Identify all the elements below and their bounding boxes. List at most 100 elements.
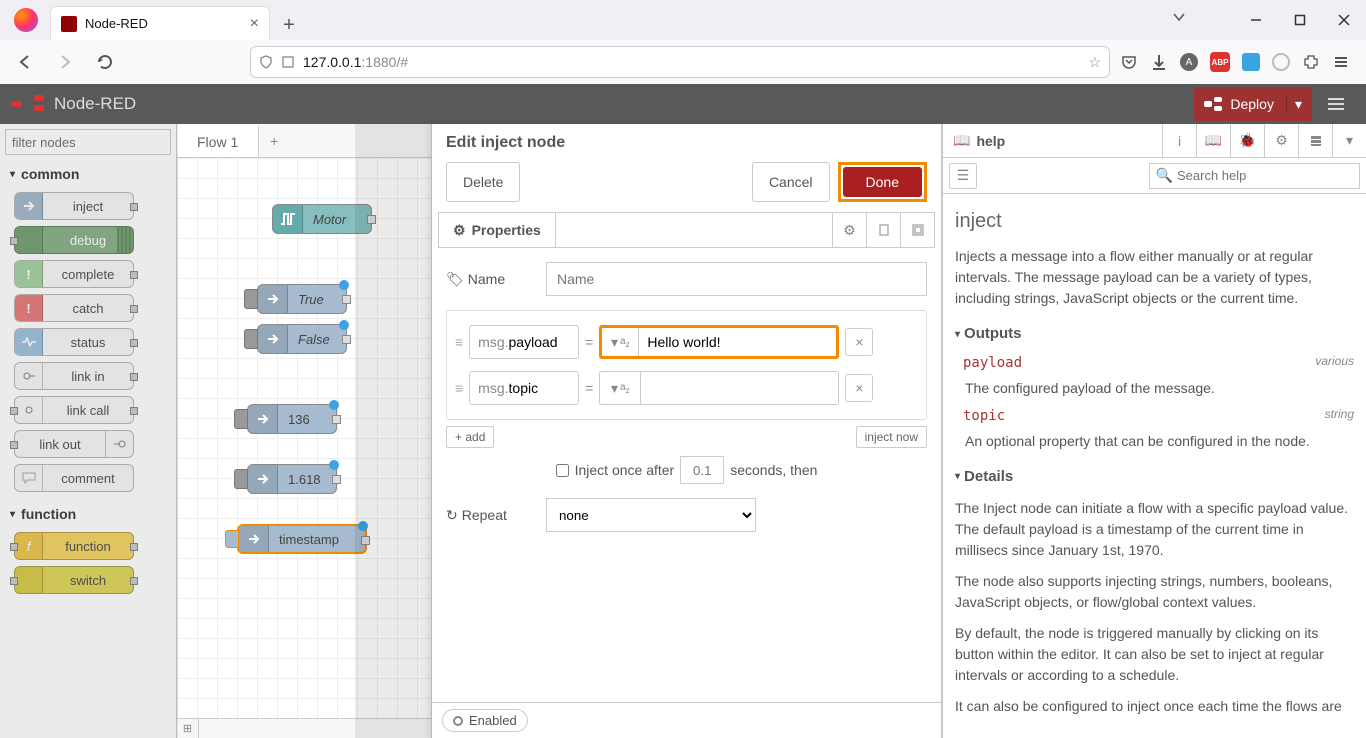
downloads-icon[interactable] [1150, 53, 1168, 71]
repeat-select[interactable]: none [546, 498, 756, 532]
link-in-icon [23, 370, 35, 382]
property-name-topic[interactable]: msg. [469, 371, 579, 405]
favicon-icon [61, 16, 77, 32]
palette-node-complete[interactable]: !complete [14, 260, 134, 288]
payload-value-input[interactable] [639, 328, 836, 356]
palette-filter-input[interactable] [5, 129, 171, 155]
enabled-toggle[interactable]: Enabled [442, 709, 528, 732]
sidebar-info-icon[interactable]: i [1162, 124, 1196, 157]
outputs-heading[interactable]: ▾Outputs [955, 323, 1354, 346]
window-maximize-button[interactable] [1278, 0, 1322, 40]
adblock-icon[interactable]: ABP [1210, 52, 1230, 72]
forward-button[interactable] [50, 47, 80, 77]
name-input[interactable] [546, 262, 927, 296]
palette-node-switch[interactable]: switch [14, 566, 134, 594]
back-button[interactable] [10, 47, 40, 77]
help-toc-button[interactable]: ☰ [949, 163, 977, 189]
reload-button[interactable] [90, 47, 120, 77]
palette-node-inject[interactable]: inject [14, 192, 134, 220]
tray-tab-doc-icon[interactable] [866, 213, 900, 247]
tabs-dropdown-icon[interactable] [1172, 10, 1186, 24]
inject-once-delay-input[interactable] [680, 456, 724, 484]
window-controls [1234, 0, 1366, 40]
property-row-payload: ≡ msg. = ▾ az × [447, 319, 926, 365]
type-selector-icon[interactable]: ▾ az [602, 328, 639, 356]
window-minimize-button[interactable] [1234, 0, 1278, 40]
sidebar-dropdown-icon[interactable]: ▾ [1332, 124, 1366, 157]
output-key-topic: topic [963, 408, 1005, 424]
flow-node-motor[interactable]: Motor [272, 204, 372, 234]
add-property-button[interactable]: + add [446, 426, 494, 448]
sidebar-help-icon[interactable]: 📖 [1196, 124, 1230, 157]
tray-tab-appearance-icon[interactable] [900, 213, 934, 247]
delete-row-button[interactable]: × [845, 328, 873, 356]
property-value-payload[interactable]: ▾ az [599, 325, 839, 359]
firefox-logo-icon [14, 8, 38, 32]
properties-tab[interactable]: ⚙Properties [439, 213, 556, 247]
app-title: Node-RED [54, 94, 136, 114]
palette-node-link-call[interactable]: link call [14, 396, 134, 424]
palette-node-function[interactable]: ffunction [14, 532, 134, 560]
window-close-button[interactable] [1322, 0, 1366, 40]
property-row-topic: ≡ msg. = ▾ az × [447, 365, 926, 411]
flow-node-false[interactable]: False [257, 324, 347, 354]
flow-node-true[interactable]: True [257, 284, 347, 314]
inject-now-button[interactable]: inject now [856, 426, 927, 448]
extensions-icon[interactable] [1302, 53, 1320, 71]
sidebar-debug-icon[interactable]: 🐞 [1230, 124, 1264, 157]
sidebar-tab-help[interactable]: 📖help [943, 124, 1162, 157]
palette-node-link-out[interactable]: link out [14, 430, 134, 458]
palette-category-function[interactable]: ▾function [0, 500, 176, 528]
palette-node-debug[interactable]: debug [14, 226, 134, 254]
deploy-button[interactable]: Deploy ▾ [1194, 87, 1312, 121]
app-menu-icon[interactable] [1332, 53, 1350, 71]
page-info-icon [281, 55, 295, 69]
flow-node-1618[interactable]: 1.618 [247, 464, 337, 494]
details-p4: It can also be configured to inject once… [955, 696, 1354, 717]
property-name-payload[interactable]: msg. [469, 325, 579, 359]
sidebar-config-icon[interactable]: ⚙ [1264, 124, 1298, 157]
cancel-button[interactable]: Cancel [752, 162, 830, 202]
topic-value-input[interactable] [641, 372, 838, 404]
account-icon[interactable]: A [1180, 53, 1198, 71]
help-search[interactable]: 🔍 [1149, 163, 1360, 189]
delete-button[interactable]: Delete [446, 162, 520, 202]
palette-node-catch[interactable]: !catch [14, 294, 134, 322]
footer-nav-icon[interactable]: ⊞ [177, 719, 199, 738]
palette-node-comment[interactable]: comment [14, 464, 134, 492]
property-value-topic[interactable]: ▾ az [599, 371, 839, 405]
drag-handle-icon[interactable]: ≡ [455, 334, 463, 350]
inject-once-label: Inject once after [575, 462, 675, 478]
flow-node-136[interactable]: 136 [247, 404, 337, 434]
pocket-icon[interactable] [1120, 53, 1138, 71]
workspace-add-tab-button[interactable]: + [259, 124, 289, 157]
new-tab-button[interactable]: + [274, 10, 304, 40]
details-heading[interactable]: ▾Details [955, 466, 1354, 489]
palette-category-common[interactable]: ▾common [0, 160, 176, 188]
name-label: 🏷Name [446, 271, 536, 288]
address-bar[interactable]: 127.0.0.1:1880/# ☆ [250, 46, 1110, 78]
tab-close-icon[interactable]: × [250, 15, 259, 33]
drag-handle-icon[interactable]: ≡ [455, 380, 463, 396]
extension-icon-2[interactable] [1272, 53, 1290, 71]
type-selector-icon[interactable]: ▾ az [600, 372, 641, 404]
bookmark-star-icon[interactable]: ☆ [1088, 54, 1101, 71]
sidebar-context-icon[interactable] [1298, 124, 1332, 157]
inject-once-suffix: seconds, then [730, 462, 817, 478]
delete-row-button[interactable]: × [845, 374, 873, 402]
palette-node-status[interactable]: status [14, 328, 134, 356]
extension-icon-1[interactable] [1242, 53, 1260, 71]
tray-tabs: ⚙Properties ⚙ [438, 212, 935, 248]
flow-node-timestamp[interactable]: timestamp [237, 524, 367, 554]
workspace-tab[interactable]: Flow 1 [177, 124, 259, 157]
deploy-dropdown-icon[interactable]: ▾ [1286, 96, 1302, 113]
output-desc-topic: An optional property that can be configu… [965, 431, 1354, 452]
palette-node-link-in[interactable]: link in [14, 362, 134, 390]
done-button[interactable]: Done [843, 167, 922, 197]
inject-once-checkbox[interactable] [556, 464, 569, 477]
main-menu-button[interactable] [1318, 87, 1354, 121]
browser-tab[interactable]: Node-RED × [50, 6, 270, 40]
tray-tab-gear-icon[interactable]: ⚙ [832, 213, 866, 247]
search-icon: 🔍 [1156, 167, 1173, 184]
workspace: Flow 1 + ▾ Motor True False 136 1.618 ti… [177, 124, 942, 738]
